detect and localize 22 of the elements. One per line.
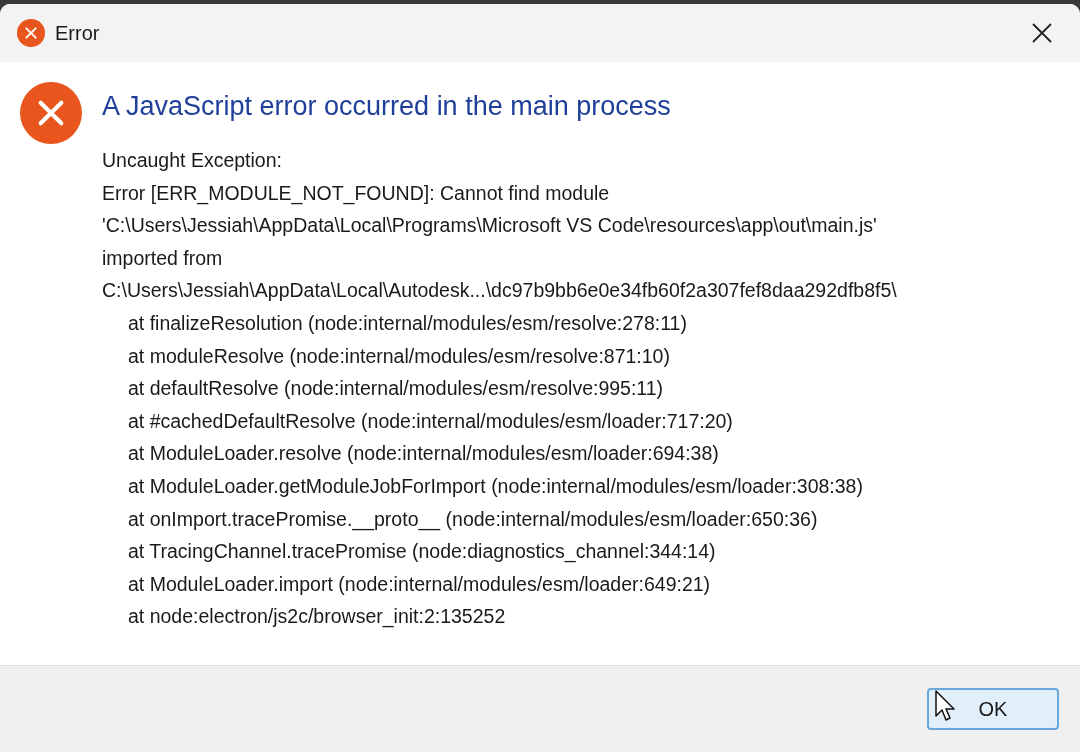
stack-trace-line: at ModuleLoader.getModuleJobForImport (node:internal/modules/esm/loader:308:38) [127,473,864,499]
stack-trace-line: at TracingChannel.tracePromise (node:diagnostics_channel:344:14) [127,539,717,565]
stack-trace-line: at defaultResolve (node:internal/modules/esm/resolve:995:11) [127,376,665,402]
message-line: 'C:\Users\Jessiah\AppData\Local\Programs\Microsoft VS Code\resources\app\out\main.js' [102,213,878,239]
stack-trace-line: at #cachedDefaultResolve (node:internal/modules/esm/loader:717:20) [127,408,734,434]
stack-trace-line: at finalizeResolution (node:internal/modules/esm/resolve:278:11) [127,310,688,336]
message-line: Uncaught Exception: [102,148,283,173]
stack-trace-line: at ModuleLoader.resolve (node:internal/modules/esm/loader:694:38) [127,441,720,467]
stack-trace-line: at ModuleLoader.import (node:internal/modules/esm/loader:649:21) [127,571,712,597]
message-line: C:\Users\Jessiah\AppData\Local\Autodesk...\dc97b9bb6e0e34fb60f2a307fef8daa292dfb8f5\ [102,278,897,304]
close-icon[interactable] [1031,22,1053,44]
message-line: imported from [102,245,224,271]
mouse-cursor-icon [935,690,957,722]
error-icon [17,19,45,47]
message-line: Error [ERR_MODULE_NOT_FOUND]: Cannot find module [102,180,611,207]
dialog-heading: A JavaScript error occurred in the main process [102,90,672,123]
stack-trace-line: at onImport.tracePromise.__proto__ (node:internal/modules/esm/loader:650:36) [127,506,819,533]
ok-button[interactable]: OK [927,688,1059,730]
window-title: Error [55,21,100,46]
stack-trace-line: at moduleResolve (node:internal/modules/esm/resolve:871:10) [127,343,671,369]
stack-trace-line: at node:electron/js2c/browser_init:2:135252 [127,604,507,630]
error-icon [20,82,82,144]
